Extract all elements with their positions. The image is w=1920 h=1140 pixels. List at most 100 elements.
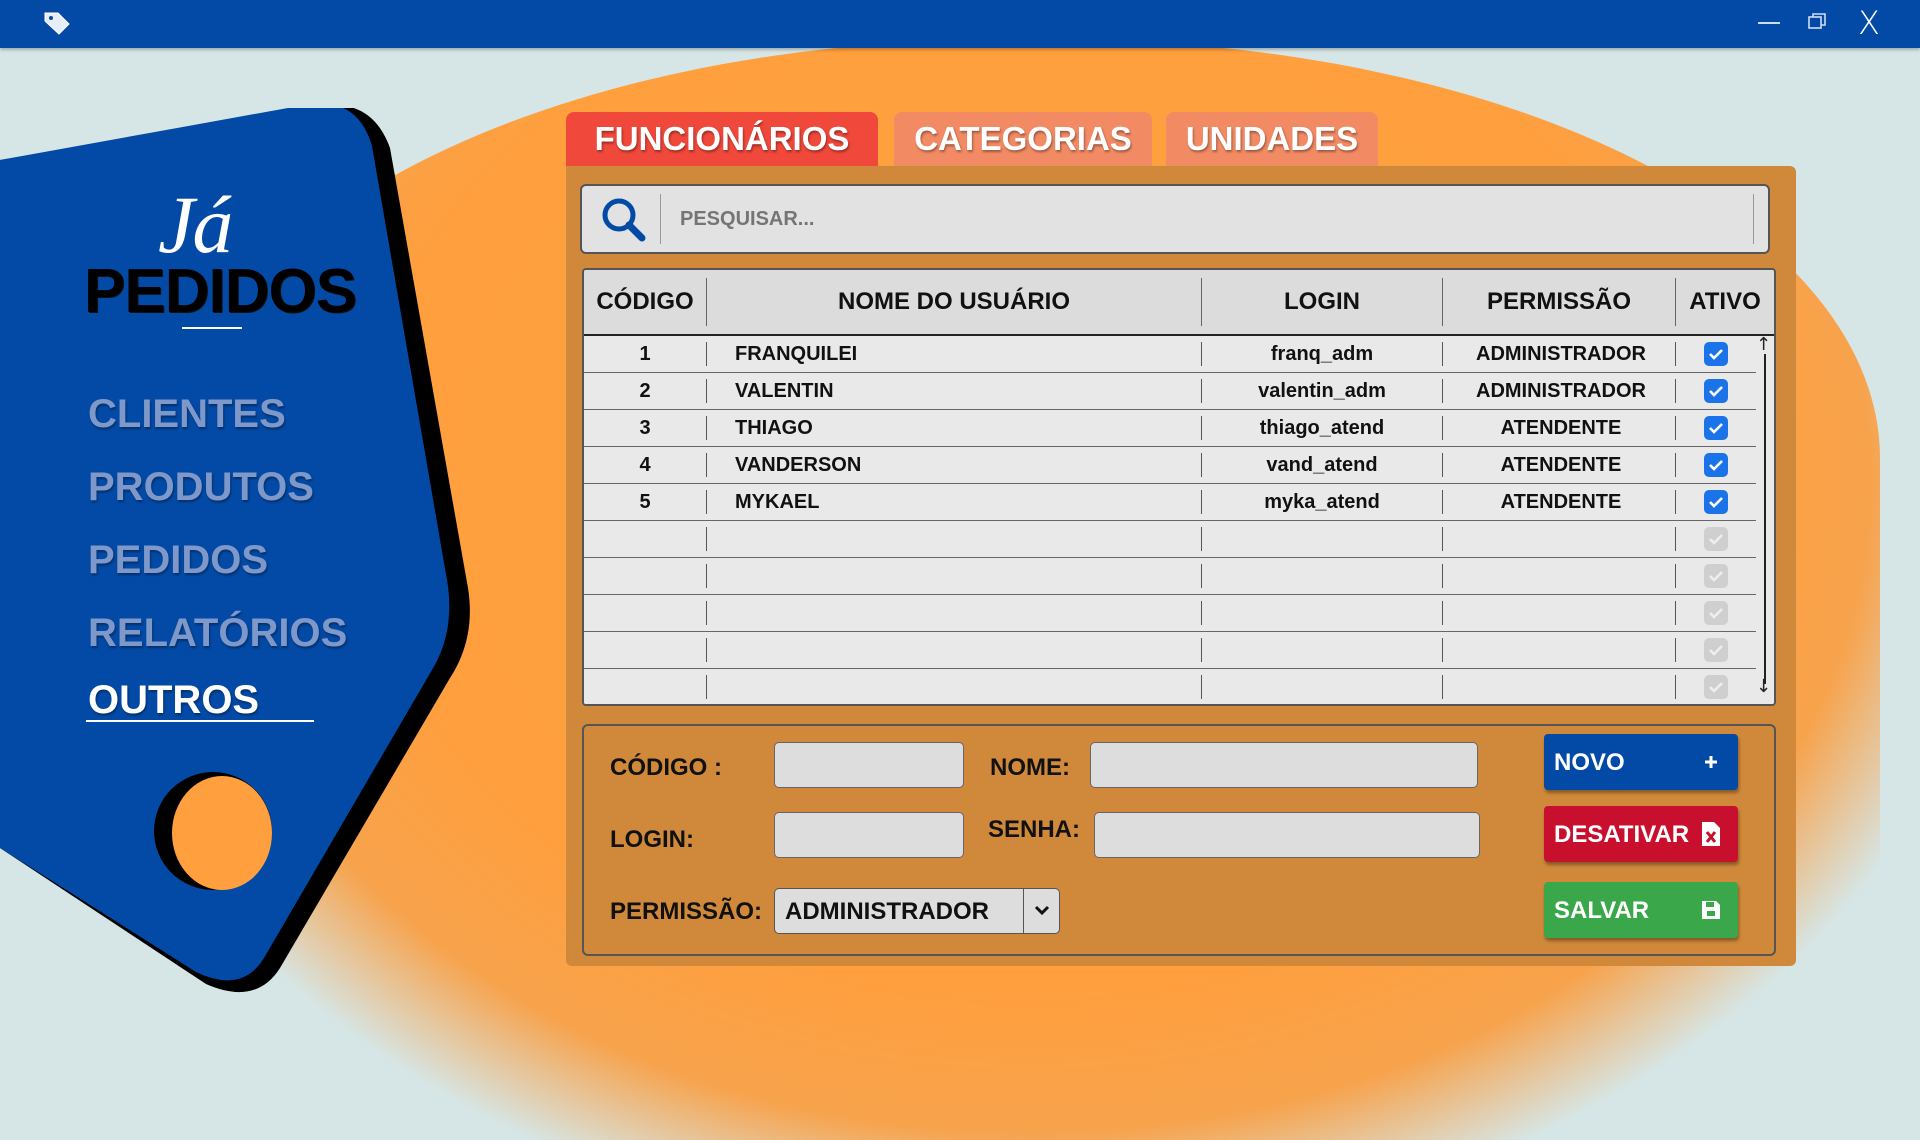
minimize-button[interactable] <box>1758 22 1780 24</box>
scroll-down-icon[interactable]: ↓ <box>1756 676 1771 697</box>
table-row[interactable]: 4 VANDERSON vand_atend ATENDENTE <box>584 447 1756 484</box>
row-divider <box>1201 379 1202 403</box>
header-nome[interactable]: NOME DO USUÁRIO <box>707 270 1201 334</box>
table-row[interactable] <box>584 669 1756 704</box>
scrollbar-thumb[interactable] <box>1764 354 1766 684</box>
password-input[interactable] <box>1095 813 1479 857</box>
permission-selected-value: ADMINISTRADOR <box>785 898 989 925</box>
nav-item-relatorios[interactable]: RELATÓRIOS <box>88 611 347 656</box>
active-checkbox[interactable] <box>1704 675 1728 699</box>
cell-permissao: ATENDENTE <box>1500 453 1622 476</box>
table-row[interactable] <box>584 632 1756 669</box>
table-row[interactable]: 1 FRANQUILEI franq_adm ADMINISTRADOR <box>584 336 1756 373</box>
login-input[interactable] <box>775 813 963 857</box>
active-checkbox[interactable] <box>1704 564 1728 588</box>
chevron-down-icon[interactable] <box>1031 899 1053 921</box>
row-divider <box>1442 453 1443 477</box>
table-header: CÓDIGO NOME DO USUÁRIO LOGIN PERMISSÃO A… <box>584 270 1774 336</box>
header-codigo[interactable]: CÓDIGO <box>584 270 706 334</box>
row-divider <box>706 527 707 551</box>
code-input[interactable] <box>775 743 963 787</box>
row-divider <box>706 601 707 625</box>
cell-nome: MYKAEL <box>735 490 820 513</box>
tab-unidades[interactable]: UNIDADES <box>1166 112 1378 166</box>
table-row[interactable] <box>584 558 1756 595</box>
active-checkbox[interactable] <box>1704 342 1728 366</box>
novo-button-label: NOVO <box>1554 749 1625 776</box>
table-row[interactable] <box>584 595 1756 632</box>
title-bar: X <box>0 0 1920 48</box>
cell-login <box>1202 669 1442 704</box>
cell-codigo <box>584 595 706 631</box>
permission-select[interactable]: ADMINISTRADOR <box>774 888 1060 934</box>
header-login[interactable]: LOGIN <box>1202 270 1442 334</box>
permission-label: PERMISSÃO: <box>610 898 763 925</box>
cell-nome: FRANQUILEI <box>735 342 858 365</box>
header-permissao[interactable]: PERMISSÃO <box>1443 270 1675 334</box>
cell-ativo <box>1676 447 1756 483</box>
save-icon <box>1698 896 1724 924</box>
cell-codigo <box>584 632 706 668</box>
row-divider <box>706 490 707 514</box>
table-row[interactable]: 3 THIAGO thiago_atend ATENDENTE <box>584 410 1756 447</box>
password-label: SENHA: <box>988 816 1081 843</box>
cell-permissao: ATENDENTE <box>1500 490 1622 513</box>
cell-login <box>1202 521 1442 557</box>
maximize-button[interactable] <box>1808 13 1826 29</box>
cell-nome <box>735 558 1055 594</box>
name-field[interactable] <box>1090 742 1478 788</box>
cell-login: myka_atend <box>1264 490 1380 513</box>
cell-nome <box>735 669 1055 704</box>
row-divider <box>1201 601 1202 625</box>
file-excel-icon <box>1698 820 1724 848</box>
code-field[interactable] <box>774 742 964 788</box>
nav-item-clientes[interactable]: CLIENTES <box>88 392 286 437</box>
cell-permissao <box>1446 595 1676 631</box>
nav-item-produtos[interactable]: PRODUTOS <box>88 465 314 510</box>
cell-permissao <box>1446 669 1676 704</box>
search-input[interactable] <box>678 200 1742 238</box>
scroll-up-icon[interactable]: ↑ <box>1756 334 1771 355</box>
row-divider <box>706 379 707 403</box>
cell-ativo <box>1676 336 1756 372</box>
row-divider <box>706 342 707 366</box>
row-divider <box>1201 564 1202 588</box>
table-scrollbar[interactable]: ↑ ↓ <box>1756 334 1774 704</box>
cell-nome <box>735 595 1055 631</box>
cell-permissao <box>1446 521 1676 557</box>
nav-item-outros[interactable]: OUTROS <box>88 678 259 723</box>
login-field[interactable] <box>774 812 964 858</box>
tab-categorias[interactable]: CATEGORIAS <box>894 112 1152 166</box>
name-input[interactable] <box>1091 743 1477 787</box>
active-checkbox[interactable] <box>1704 601 1728 625</box>
password-field[interactable] <box>1094 812 1480 858</box>
active-checkbox[interactable] <box>1704 638 1728 662</box>
login-label: LOGIN: <box>610 826 694 853</box>
table-row[interactable]: 2 VALENTIN valentin_adm ADMINISTRADOR <box>584 373 1756 410</box>
row-divider <box>1442 416 1443 440</box>
row-divider <box>1442 675 1443 699</box>
row-divider <box>1442 601 1443 625</box>
table-row[interactable] <box>584 521 1756 558</box>
salvar-button-label: SALVAR <box>1554 897 1650 924</box>
active-checkbox[interactable] <box>1704 379 1728 403</box>
header-ativo[interactable]: ATIVO <box>1676 270 1774 334</box>
table-row[interactable]: 5 MYKAEL myka_atend ATENDENTE <box>584 484 1756 521</box>
row-divider <box>706 564 707 588</box>
nav-item-pedidos[interactable]: PEDIDOS <box>88 538 268 583</box>
active-checkbox[interactable] <box>1704 527 1728 551</box>
active-checkbox[interactable] <box>1704 490 1728 514</box>
row-divider <box>1442 490 1443 514</box>
novo-button[interactable]: NOVO <box>1544 734 1738 790</box>
active-checkbox[interactable] <box>1704 416 1728 440</box>
search-icon[interactable] <box>600 196 648 244</box>
active-checkbox[interactable] <box>1704 453 1728 477</box>
tab-funcionarios[interactable]: FUNCIONÁRIOS <box>566 112 878 166</box>
close-button[interactable]: X <box>1858 4 1880 42</box>
users-table: CÓDIGO NOME DO USUÁRIO LOGIN PERMISSÃO A… <box>582 268 1776 706</box>
salvar-button[interactable]: SALVAR <box>1544 882 1738 938</box>
cell-ativo <box>1676 410 1756 446</box>
cell-login: franq_adm <box>1270 342 1374 365</box>
row-divider <box>1201 453 1202 477</box>
desativar-button[interactable]: DESATIVAR <box>1544 806 1738 862</box>
